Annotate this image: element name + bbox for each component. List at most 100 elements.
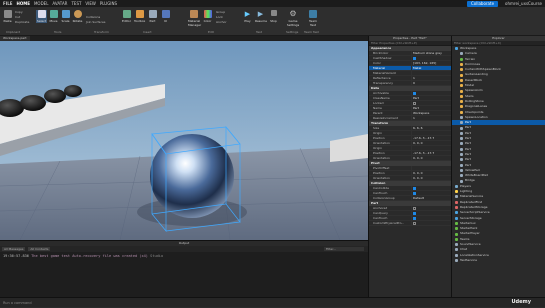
property-value[interactable]: Medium stone grey <box>411 51 451 55</box>
anchor-button[interactable]: Anchor <box>216 20 227 24</box>
object-icon <box>455 47 458 51</box>
property-value[interactable] <box>411 71 451 75</box>
resume-button[interactable]: ▶ Resume <box>255 10 267 23</box>
property-name: Anchored <box>373 206 388 210</box>
log-message: The best game test Auto-recovery file wa… <box>31 254 148 258</box>
file-menu[interactable]: FILE <box>3 1 13 6</box>
command-input[interactable]: Run a command <box>3 301 32 305</box>
duplicate-button[interactable]: Duplicate <box>15 20 29 24</box>
tab-avatar[interactable]: AVATAR <box>52 1 67 6</box>
copy-button[interactable]: Copy <box>15 10 23 14</box>
property-name: Parent <box>373 111 383 115</box>
property-checkbox[interactable] <box>411 101 451 105</box>
scale-tool[interactable]: Scale <box>60 10 71 23</box>
property-value[interactable]: -17.6, 3, -17.7 <box>411 151 451 155</box>
checkbox-checked-icon[interactable] <box>413 217 416 220</box>
property-value[interactable]: 1 <box>411 116 451 120</box>
property-checkbox[interactable] <box>411 221 451 225</box>
stop-button[interactable]: Stop <box>268 10 279 23</box>
tab-plugins[interactable]: PLUGINS <box>100 1 117 6</box>
cut-button[interactable]: Cut <box>15 15 20 19</box>
property-value[interactable]: Part <box>411 96 451 100</box>
property-value[interactable]: Workspace <box>411 111 451 115</box>
checkbox-checked-icon[interactable] <box>413 212 416 215</box>
select-tool[interactable]: Select <box>36 10 47 23</box>
part-button[interactable]: Part <box>147 10 158 23</box>
material-manager-button[interactable]: Material Manager <box>188 10 201 27</box>
checkbox-checked-icon[interactable] <box>413 192 416 195</box>
property-value[interactable]: 0, 0, 0 <box>411 176 451 180</box>
tab-home[interactable]: HOME <box>17 1 30 6</box>
property-value[interactable]: 0, 0, 0 <box>411 156 451 160</box>
property-name: CanTouch <box>373 216 388 220</box>
collaborate-button[interactable]: Collaborate <box>467 0 499 7</box>
object-icon <box>455 195 458 199</box>
object-icon <box>460 63 463 67</box>
paste-button[interactable]: Paste <box>2 10 13 23</box>
editor-button[interactable]: Editor <box>121 10 132 23</box>
property-value[interactable]: 0, 0, 0 <box>411 171 451 175</box>
checkbox-checked-icon[interactable] <box>413 187 416 190</box>
property-value[interactable]: -17.6, 3, -17.7 <box>411 136 451 140</box>
property-value[interactable] <box>411 166 451 170</box>
command-bar[interactable]: Run a command Udemy <box>0 297 545 307</box>
property-checkbox[interactable] <box>411 91 451 95</box>
property-value[interactable]: [163, 162, 165] <box>411 61 451 65</box>
3d-viewport[interactable]: Workspace.part <box>0 36 368 240</box>
color-icon <box>203 10 212 18</box>
checkbox-unchecked-icon[interactable] <box>413 222 416 225</box>
gear-icon: ⚙ <box>289 9 297 18</box>
toolbox-button[interactable]: Toolbox <box>134 10 145 23</box>
collisions-toggle[interactable]: Collisions <box>86 15 100 19</box>
explorer-item[interactable]: TestService <box>452 258 545 263</box>
property-value[interactable]: Default <box>411 196 451 200</box>
resume-icon: ▶ <box>257 10 264 18</box>
property-checkbox[interactable] <box>411 191 451 195</box>
property-name: Position <box>373 136 385 140</box>
editor-icon <box>122 10 131 18</box>
game-settings-button[interactable]: ⚙ Game Settings <box>286 9 300 28</box>
property-name: Reflectance <box>373 76 391 80</box>
tab-model[interactable]: MODEL <box>34 1 48 6</box>
team-test-button[interactable]: Team Test <box>306 10 320 27</box>
all-messages-dropdown[interactable]: All Messages <box>2 247 26 251</box>
property-value[interactable]: Metal <box>411 66 451 70</box>
ui-button[interactable]: UI <box>160 10 171 23</box>
rotate-tool[interactable]: Rotate <box>72 10 83 23</box>
property-value[interactable]: 0, 0, 0 <box>411 141 451 145</box>
object-icon <box>455 206 458 210</box>
property-value[interactable]: 1 <box>411 76 451 80</box>
checkbox-unchecked-icon[interactable] <box>413 207 416 210</box>
join-surfaces-toggle[interactable]: Join Surfaces <box>86 20 105 24</box>
property-value[interactable] <box>411 146 451 150</box>
output-filter-input[interactable]: Filter... <box>324 247 364 251</box>
checkbox-unchecked-icon[interactable] <box>413 102 416 105</box>
user-name[interactable]: ohmrei_uxsCourse <box>505 1 542 6</box>
color-button[interactable]: Color <box>202 10 213 23</box>
object-icon <box>460 116 463 119</box>
property-row[interactable]: CustomPhysicalPro... <box>369 221 451 226</box>
property-value[interactable]: Part <box>411 106 451 110</box>
tab-workspace[interactable]: Workspace.part <box>0 36 30 41</box>
property-name: BrickColor <box>373 51 389 55</box>
property-value[interactable] <box>411 131 451 135</box>
move-tool[interactable]: Move <box>48 10 59 23</box>
group-button[interactable]: Group <box>216 10 225 14</box>
material-icon <box>189 10 198 18</box>
tab-test[interactable]: TEST <box>71 1 81 6</box>
tab-view[interactable]: VIEW <box>85 1 95 6</box>
lock-button[interactable]: Lock <box>216 15 223 19</box>
property-checkbox[interactable] <box>411 206 451 210</box>
property-checkbox[interactable] <box>411 56 451 60</box>
team-test-label: Team Test <box>304 30 319 34</box>
property-checkbox[interactable] <box>411 211 451 215</box>
settings-group: ⚙ Game Settings Settings <box>284 8 302 35</box>
property-checkbox[interactable] <box>411 216 451 220</box>
all-contexts-dropdown[interactable]: All Contexts <box>28 247 51 251</box>
checkbox-checked-icon[interactable] <box>413 57 416 60</box>
checkbox-checked-icon[interactable] <box>413 92 416 95</box>
property-value[interactable]: 6, 6, 6 <box>411 126 451 130</box>
play-button[interactable]: ▶ Play <box>242 10 253 23</box>
property-value[interactable]: 0 <box>411 81 451 85</box>
property-checkbox[interactable] <box>411 186 451 190</box>
